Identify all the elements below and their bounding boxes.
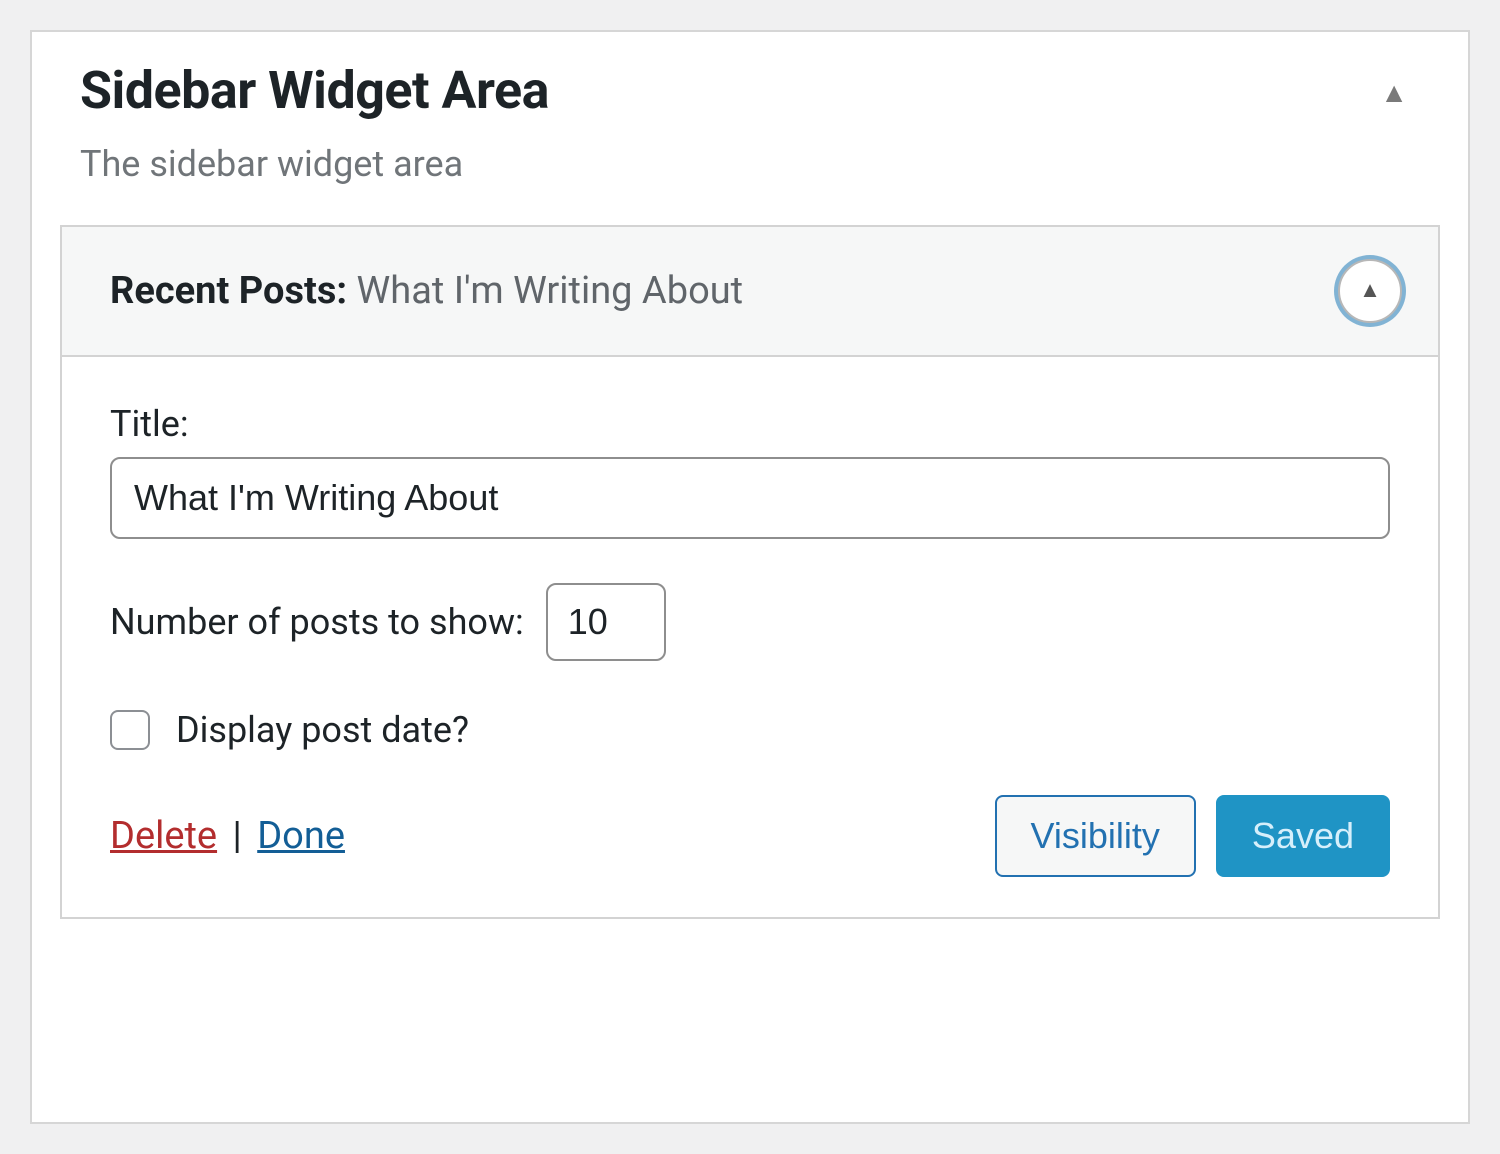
widget-instance-label: What I'm Writing About: [357, 269, 744, 313]
widget-header-text: Recent Posts: What I'm Writing About: [110, 269, 743, 313]
panel-title: Sidebar Widget Area: [80, 60, 549, 121]
widget-type-label: Recent Posts: [110, 269, 336, 313]
done-link[interactable]: Done: [257, 814, 345, 858]
chevron-up-icon: ▲: [1359, 280, 1381, 302]
link-separator: |: [233, 814, 242, 858]
visibility-button[interactable]: Visibility: [995, 795, 1196, 877]
display-post-date-label: Display post date?: [176, 709, 469, 751]
title-input[interactable]: [110, 457, 1390, 539]
panel-description: The sidebar widget area: [80, 143, 549, 185]
delete-link[interactable]: Delete: [110, 814, 217, 858]
title-label: Title:: [110, 403, 1390, 445]
sidebar-widget-area-panel: Sidebar Widget Area The sidebar widget a…: [30, 30, 1470, 1124]
num-posts-label: Number of posts to show:: [110, 601, 524, 643]
saved-button[interactable]: Saved: [1216, 795, 1390, 877]
num-posts-input[interactable]: [546, 583, 666, 661]
widget-body: Title: Number of posts to show: Display …: [62, 357, 1438, 917]
collapse-widget-button[interactable]: ▲: [1338, 259, 1402, 323]
widget-recent-posts: Recent Posts: What I'm Writing About ▲ T…: [60, 225, 1440, 919]
widget-header[interactable]: Recent Posts: What I'm Writing About ▲: [62, 227, 1438, 357]
display-post-date-checkbox[interactable]: [110, 710, 150, 750]
collapse-panel-icon[interactable]: ▲: [1380, 76, 1408, 109]
